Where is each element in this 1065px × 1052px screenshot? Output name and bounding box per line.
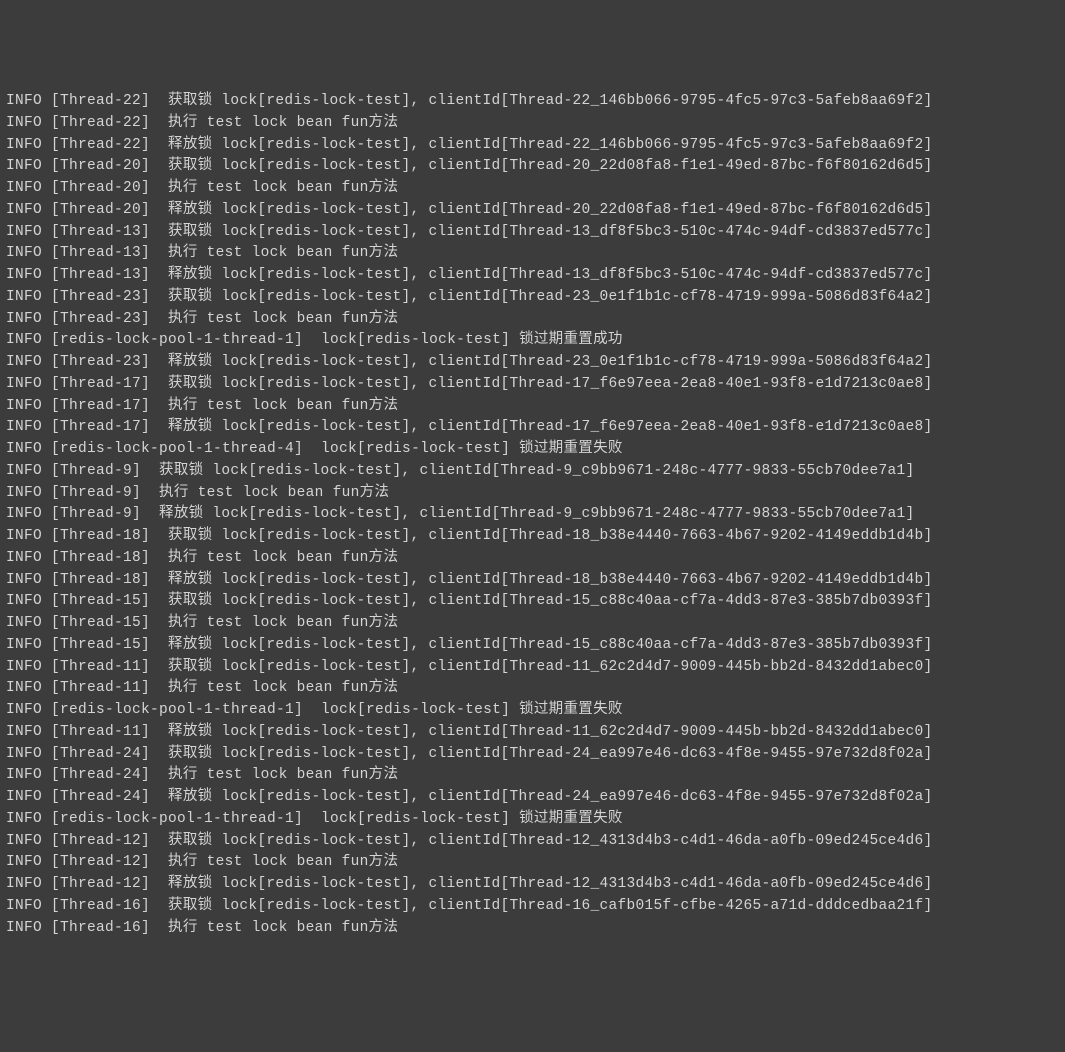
log-line: INFO [Thread-20] 获取锁 lock[redis-lock-tes… xyxy=(6,156,1059,178)
log-line: INFO [Thread-18] 获取锁 lock[redis-lock-tes… xyxy=(6,526,1059,548)
log-line: INFO [Thread-9] 获取锁 lock[redis-lock-test… xyxy=(6,461,1059,483)
log-line: INFO [Thread-22] 释放锁 lock[redis-lock-tes… xyxy=(6,135,1059,157)
log-line: INFO [Thread-20] 释放锁 lock[redis-lock-tes… xyxy=(6,200,1059,222)
log-line: INFO [Thread-9] 执行 test lock bean fun方法 xyxy=(6,483,1059,505)
log-line: INFO [Thread-13] 获取锁 lock[redis-lock-tes… xyxy=(6,222,1059,244)
log-line: INFO [Thread-24] 执行 test lock bean fun方法 xyxy=(6,765,1059,787)
log-line: INFO [Thread-12] 执行 test lock bean fun方法 xyxy=(6,852,1059,874)
log-line: INFO [Thread-11] 释放锁 lock[redis-lock-tes… xyxy=(6,722,1059,744)
log-line: INFO [Thread-23] 释放锁 lock[redis-lock-tes… xyxy=(6,352,1059,374)
log-line: INFO [Thread-22] 执行 test lock bean fun方法 xyxy=(6,113,1059,135)
log-line: INFO [Thread-13] 释放锁 lock[redis-lock-tes… xyxy=(6,265,1059,287)
log-line: INFO [Thread-15] 释放锁 lock[redis-lock-tes… xyxy=(6,635,1059,657)
log-line: INFO [Thread-23] 执行 test lock bean fun方法 xyxy=(6,309,1059,331)
log-output: INFO [Thread-22] 获取锁 lock[redis-lock-tes… xyxy=(6,91,1059,939)
log-line: INFO [Thread-13] 执行 test lock bean fun方法 xyxy=(6,243,1059,265)
log-line: INFO [Thread-17] 释放锁 lock[redis-lock-tes… xyxy=(6,417,1059,439)
log-line: INFO [redis-lock-pool-1-thread-1] lock[r… xyxy=(6,330,1059,352)
log-line: INFO [Thread-16] 获取锁 lock[redis-lock-tes… xyxy=(6,896,1059,918)
log-line: INFO [Thread-12] 释放锁 lock[redis-lock-tes… xyxy=(6,874,1059,896)
log-line: INFO [Thread-22] 获取锁 lock[redis-lock-tes… xyxy=(6,91,1059,113)
log-line: INFO [Thread-24] 释放锁 lock[redis-lock-tes… xyxy=(6,787,1059,809)
log-line: INFO [Thread-11] 获取锁 lock[redis-lock-tes… xyxy=(6,657,1059,679)
log-line: INFO [Thread-16] 执行 test lock bean fun方法 xyxy=(6,918,1059,940)
log-line: INFO [redis-lock-pool-1-thread-1] lock[r… xyxy=(6,700,1059,722)
log-line: INFO [Thread-20] 执行 test lock bean fun方法 xyxy=(6,178,1059,200)
log-line: INFO [Thread-24] 获取锁 lock[redis-lock-tes… xyxy=(6,744,1059,766)
log-line: INFO [redis-lock-pool-1-thread-1] lock[r… xyxy=(6,809,1059,831)
log-line: INFO [Thread-9] 释放锁 lock[redis-lock-test… xyxy=(6,504,1059,526)
log-line: INFO [redis-lock-pool-1-thread-4] lock[r… xyxy=(6,439,1059,461)
log-line: INFO [Thread-15] 执行 test lock bean fun方法 xyxy=(6,613,1059,635)
log-line: INFO [Thread-17] 执行 test lock bean fun方法 xyxy=(6,396,1059,418)
log-line: INFO [Thread-12] 获取锁 lock[redis-lock-tes… xyxy=(6,831,1059,853)
log-line: INFO [Thread-23] 获取锁 lock[redis-lock-tes… xyxy=(6,287,1059,309)
log-line: INFO [Thread-18] 执行 test lock bean fun方法 xyxy=(6,548,1059,570)
log-line: INFO [Thread-18] 释放锁 lock[redis-lock-tes… xyxy=(6,570,1059,592)
log-line: INFO [Thread-17] 获取锁 lock[redis-lock-tes… xyxy=(6,374,1059,396)
log-line: INFO [Thread-11] 执行 test lock bean fun方法 xyxy=(6,678,1059,700)
log-line: INFO [Thread-15] 获取锁 lock[redis-lock-tes… xyxy=(6,591,1059,613)
